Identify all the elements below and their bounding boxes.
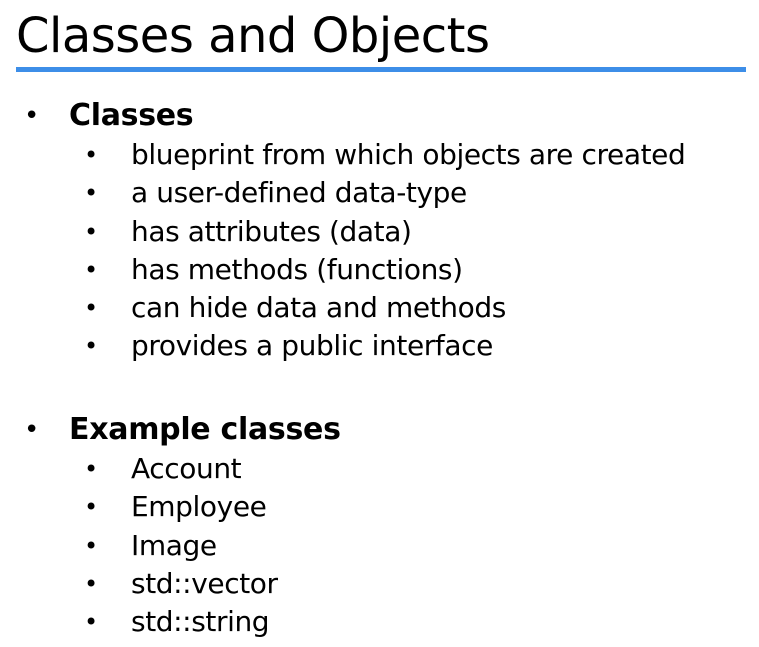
list-item-text: std::vector — [131, 566, 278, 600]
section-classes: • Classes • blueprint from which objects… — [0, 96, 759, 366]
list-item-text: provides a public interface — [131, 329, 493, 363]
list-item-text: Image — [131, 528, 217, 562]
list-item: • provides a public interface — [0, 327, 759, 365]
list-item: • has methods (functions) — [0, 251, 759, 289]
section-heading-row: • Example classes — [0, 410, 759, 450]
list-item: • blueprint from which objects are creat… — [0, 136, 759, 174]
list-item-text: has methods (functions) — [131, 252, 463, 286]
bullet-icon: • — [84, 217, 99, 246]
bullet-icon: • — [24, 101, 40, 131]
list-item-text: Employee — [131, 490, 267, 524]
section-heading: Example classes — [69, 412, 341, 447]
bullet-icon: • — [84, 531, 99, 560]
list-item-text: can hide data and methods — [131, 291, 506, 325]
title-underline — [16, 67, 746, 72]
list-item-text: Account — [131, 452, 242, 485]
bullet-icon: • — [84, 141, 99, 169]
bullet-list: • blueprint from which objects are creat… — [0, 136, 759, 366]
list-item: • Employee — [0, 488, 759, 526]
section-heading: Classes — [69, 98, 194, 133]
list-item-text: std::string — [131, 605, 270, 639]
bullet-icon: • — [24, 415, 40, 445]
bullet-icon: • — [84, 179, 99, 208]
bullet-icon: • — [84, 294, 99, 323]
slide-title: Classes and Objects — [16, 8, 490, 64]
bullet-list: • Account • Employee • Image • std::vect… — [0, 450, 759, 641]
list-item: • Account — [0, 450, 759, 488]
bullet-icon: • — [84, 255, 99, 284]
list-item-text: a user-defined data-type — [131, 176, 467, 210]
bullet-icon: • — [84, 493, 99, 522]
list-item-text: blueprint from which objects are created — [131, 138, 686, 171]
list-item-text: has attributes (data) — [131, 214, 412, 248]
list-item: • can hide data and methods — [0, 289, 759, 327]
list-item: • has attributes (data) — [0, 213, 759, 251]
bullet-icon: • — [84, 455, 99, 483]
section-heading-row: • Classes — [0, 96, 759, 136]
list-item: • a user-defined data-type — [0, 174, 759, 212]
bullet-icon: • — [84, 332, 99, 361]
list-item: • Image — [0, 527, 759, 565]
bullet-icon: • — [84, 608, 99, 637]
list-item: • std::vector — [0, 565, 759, 603]
list-item: • std::string — [0, 603, 759, 641]
bullet-icon: • — [84, 569, 99, 598]
section-example-classes: • Example classes • Account • Employee •… — [0, 410, 759, 641]
